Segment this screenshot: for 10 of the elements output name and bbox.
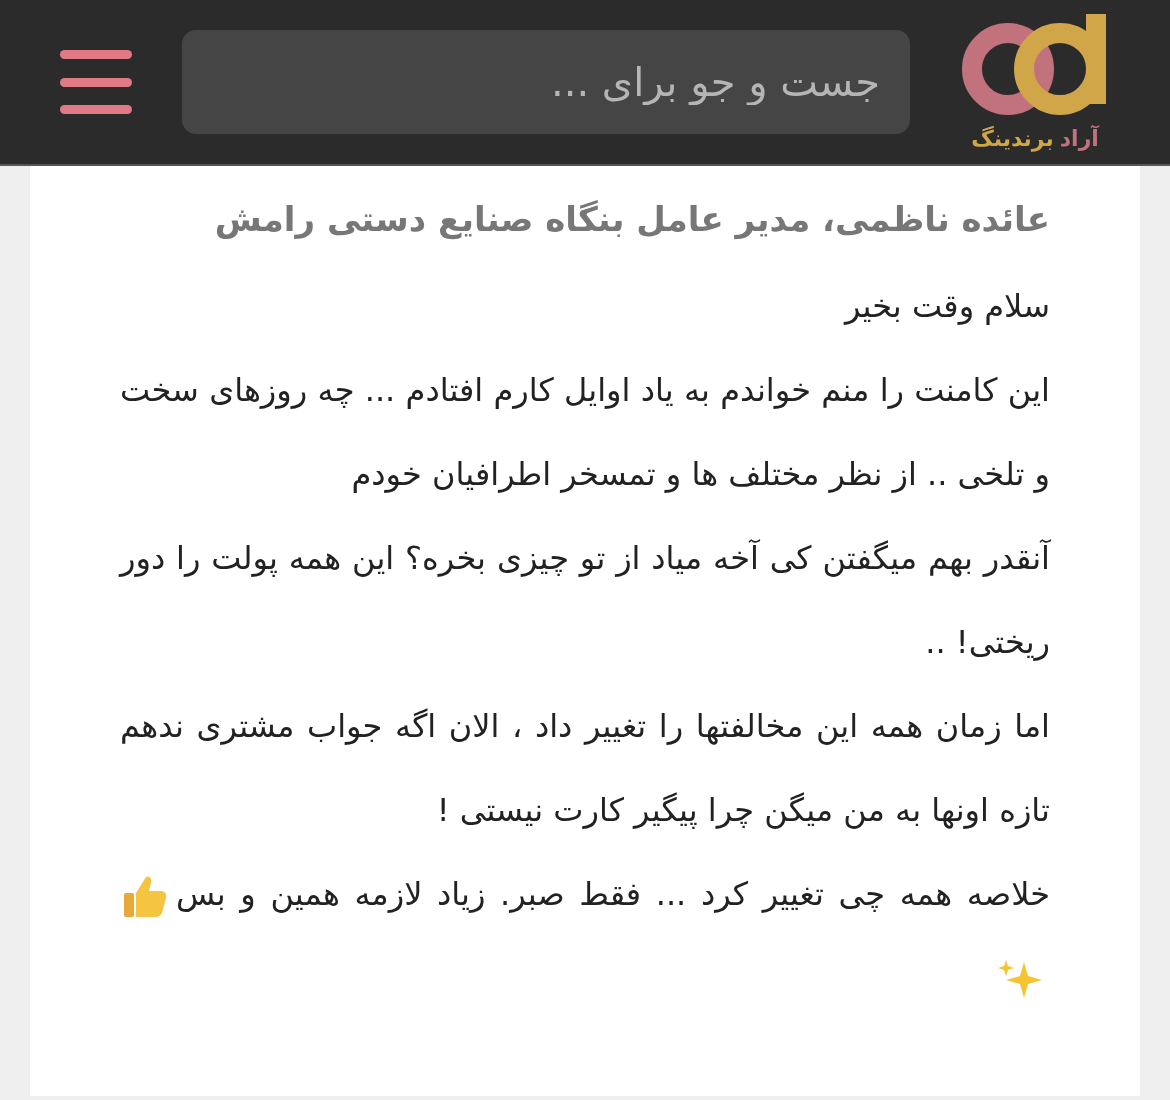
paragraph: خلاصه همه چی تغییر کرد ... فقط صبر. زیاد لازمه همین و بس bbox=[176, 874, 1050, 913]
paragraph: این کامنت را منم خواندم به یاد اوایل کارم افتادم ... چه روزهای سخت و تلخی .. از نظر مختلف ها و تمسخر اطرافیان خودم bbox=[120, 370, 1050, 493]
logo[interactable]: آراد برندینگ bbox=[960, 13, 1110, 151]
logo-text: آراد bbox=[1059, 125, 1099, 151]
menu-button[interactable] bbox=[60, 50, 132, 114]
logo-text: برندینگ bbox=[971, 125, 1054, 151]
paragraph: آنقدر بهم میگفتن کی آخه میاد از تو چیزی بخره؟ این همه پولت را دور ریختی! .. bbox=[120, 538, 1050, 661]
article-heading: عائده ناظمی، مدیر عامل بنگاه صنایع دستی رامش bbox=[213, 198, 1050, 242]
paragraph: سلام وقت بخیر bbox=[844, 286, 1050, 325]
paragraph: اما زمان همه این مخالفتها را تغییر داد ، الان اگه جواب مشتری ندهم تازه اونها به من میگن چرا پیگیر کارت نیستی ! bbox=[120, 706, 1050, 829]
